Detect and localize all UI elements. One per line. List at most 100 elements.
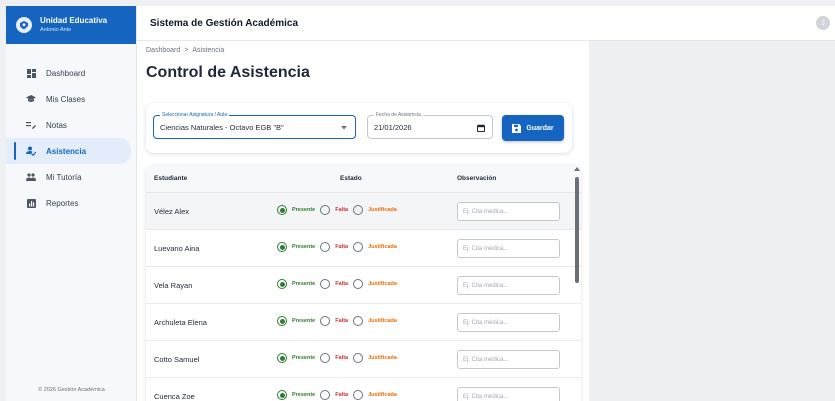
avatar[interactable]: J: [816, 16, 830, 30]
sidebar-item-mi-tutoria[interactable]: Mi Tutoría: [6, 164, 137, 190]
top-bar: Sistema de Gestión Académica J: [137, 6, 835, 41]
sidebar-item-label: Reportes: [46, 198, 79, 208]
justified-label[interactable]: Justificada: [368, 392, 397, 398]
status-radio-group: Presente Falta Justificada: [277, 205, 397, 215]
justified-label[interactable]: Justificada: [368, 244, 397, 250]
justified-radio[interactable]: [353, 242, 364, 252]
student-name: Vela Rayan: [154, 281, 193, 290]
student-name: Archuleta Elena: [154, 318, 207, 327]
observation-input[interactable]: Ej: Cita médica...: [457, 276, 560, 295]
observation-input[interactable]: Ej: Cita médica...: [457, 387, 560, 401]
absent-radio[interactable]: [320, 279, 331, 289]
table-row: Cuenca Zoe Presente Falta Justificada Ej…: [146, 378, 581, 401]
subject-select[interactable]: Seleccionar Asignatura / Aula Ciencias N…: [153, 111, 356, 139]
present-radio[interactable]: [277, 316, 287, 326]
table-row: Cotto Samuel Presente Falta Justificada …: [146, 341, 581, 378]
absent-radio[interactable]: [320, 242, 331, 252]
student-name: Cotto Samuel: [154, 355, 200, 364]
absent-label[interactable]: Falta: [335, 244, 348, 250]
save-button[interactable]: Guardar: [502, 115, 564, 141]
student-name: Luevano Aina: [154, 244, 200, 253]
justified-radio[interactable]: [353, 353, 364, 363]
date-field-label: Fecha de Asistencia: [374, 111, 423, 119]
group-icon: [26, 172, 36, 182]
present-radio[interactable]: [277, 205, 287, 215]
sidebar: Unidad Educativa Antonio Ante Dashboard …: [6, 6, 137, 401]
table-row: Luevano Aina Presente Falta Justificada …: [146, 230, 581, 267]
status-radio-group: Presente Falta Justificada: [277, 279, 397, 289]
justified-radio[interactable]: [353, 316, 364, 326]
date-field-value: 21/01/2026: [374, 122, 412, 132]
present-radio[interactable]: [277, 242, 287, 252]
sidebar-item-reportes[interactable]: Reportes: [6, 190, 137, 216]
present-radio[interactable]: [277, 353, 287, 363]
date-field[interactable]: Fecha de Asistencia 21/01/2026: [367, 111, 493, 139]
student-name: Cuenca Zoe: [154, 392, 195, 401]
absent-radio[interactable]: [320, 390, 331, 400]
sidebar-footer: © 2026 Gestión Académica: [38, 387, 105, 393]
table-row: Archuleta Elena Presente Falta Justifica…: [146, 304, 581, 341]
save-button-label: Guardar: [526, 124, 554, 132]
status-radio-group: Presente Falta Justificada: [277, 242, 397, 252]
justified-label[interactable]: Justificada: [368, 207, 397, 213]
table-scrollbar[interactable]: [573, 165, 581, 401]
justified-label[interactable]: Justificada: [368, 355, 397, 361]
brand-subtitle: Antonio Ante: [40, 27, 72, 33]
calendar-icon[interactable]: [476, 123, 485, 132]
present-label[interactable]: Presente: [292, 244, 315, 250]
table-header: Estudiante Estado Observación: [146, 165, 581, 193]
present-label[interactable]: Presente: [292, 207, 315, 213]
scroll-up-arrow-icon[interactable]: [574, 167, 580, 171]
absent-label[interactable]: Falta: [335, 207, 348, 213]
present-label[interactable]: Presente: [292, 392, 315, 398]
present-radio[interactable]: [277, 390, 287, 400]
column-header-observation: Observación: [457, 175, 497, 182]
observation-input[interactable]: Ej: Cita médica...: [457, 350, 560, 369]
status-radio-group: Presente Falta Justificada: [277, 390, 397, 400]
breadcrumb-current: Asistencia: [192, 47, 225, 54]
sidebar-item-label: Mi Tutoría: [46, 172, 82, 182]
present-label[interactable]: Presente: [292, 281, 315, 287]
justified-radio[interactable]: [353, 205, 364, 215]
absent-label[interactable]: Falta: [335, 355, 348, 361]
dashboard-icon: [26, 68, 36, 78]
filter-card: Seleccionar Asignatura / Aula Ciencias N…: [146, 103, 572, 153]
save-icon: [512, 123, 522, 133]
absent-label[interactable]: Falta: [335, 392, 348, 398]
school-crest-icon: [16, 17, 32, 33]
breadcrumb: Dashboard > Asistencia: [146, 47, 224, 54]
subject-select-label: Seleccionar Asignatura / Aula: [160, 111, 230, 119]
observation-input[interactable]: Ej: Cita médica...: [457, 202, 560, 221]
status-radio-group: Presente Falta Justificada: [277, 316, 397, 326]
breadcrumb-dashboard-link[interactable]: Dashboard: [146, 47, 180, 54]
report-icon: [26, 198, 36, 208]
observation-input[interactable]: Ej: Cita médica...: [457, 239, 560, 258]
justified-radio[interactable]: [353, 279, 364, 289]
table-row: Vélez Alex Presente Falta Justificada Ej…: [146, 193, 581, 230]
absent-radio[interactable]: [320, 205, 331, 215]
absent-label[interactable]: Falta: [335, 281, 348, 287]
present-label[interactable]: Presente: [292, 355, 315, 361]
attendance-icon: [26, 146, 36, 156]
justified-label[interactable]: Justificada: [368, 281, 397, 287]
page-title: Control de Asistencia: [146, 64, 310, 81]
column-header-status: Estado: [340, 175, 362, 182]
justified-label[interactable]: Justificada: [368, 318, 397, 324]
sidebar-item-notas[interactable]: Notas: [6, 112, 137, 138]
scroll-thumb[interactable]: [575, 177, 579, 283]
sidebar-item-asistencia[interactable]: Asistencia: [6, 138, 131, 164]
justified-radio[interactable]: [353, 390, 364, 400]
grade-edit-icon: [26, 120, 36, 130]
breadcrumb-separator: >: [184, 47, 189, 54]
present-label[interactable]: Presente: [292, 318, 315, 324]
absent-radio[interactable]: [320, 316, 331, 326]
sidebar-item-dashboard[interactable]: Dashboard: [6, 60, 137, 86]
sidebar-item-label: Notas: [46, 120, 67, 130]
observation-input[interactable]: Ej: Cita médica...: [457, 313, 560, 332]
brand-header: Unidad Educativa Antonio Ante: [6, 6, 136, 44]
absent-radio[interactable]: [320, 353, 331, 363]
present-radio[interactable]: [277, 279, 287, 289]
sidebar-item-mis-clases[interactable]: Mis Clases: [6, 86, 137, 112]
sidebar-item-label: Mis Clases: [46, 94, 86, 104]
absent-label[interactable]: Falta: [335, 318, 348, 324]
